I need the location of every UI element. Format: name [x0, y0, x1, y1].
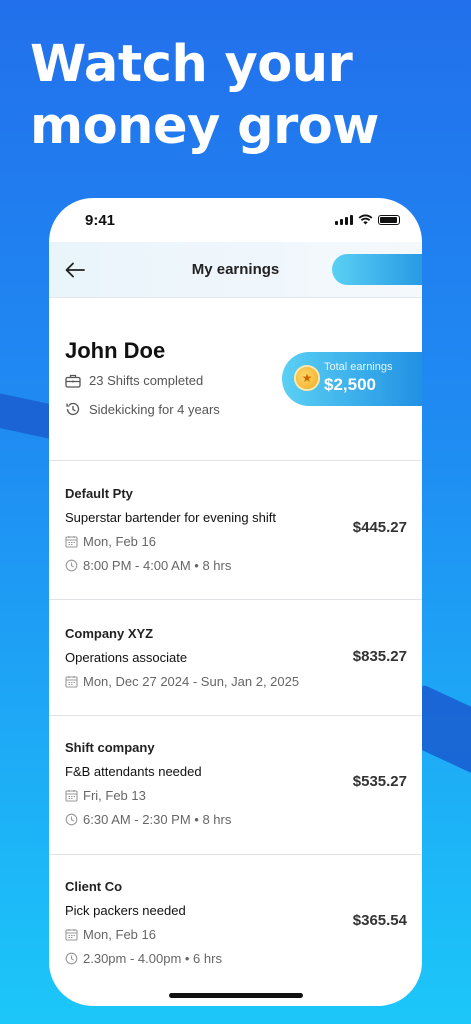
clock-icon	[65, 952, 78, 965]
total-earnings-label: Total earnings	[324, 361, 393, 373]
job-date: Mon, Feb 16	[83, 534, 156, 549]
profile-summary: John Doe 23 Shifts completed Sidekicking…	[49, 298, 422, 461]
phone-frame: 9:41 My earnings John Doe 23 Shifts comp…	[49, 198, 422, 1006]
job-title: Pick packers needed	[65, 903, 186, 918]
calendar-icon	[65, 676, 78, 688]
job-date-row: Mon, Dec 27 2024 - Sun, Jan 2, 2025	[65, 674, 299, 689]
job-time: 2.30pm - 4.00pm • 6 hrs	[83, 951, 222, 966]
status-bar: 9:41	[49, 198, 422, 242]
job-time-row: 8:00 PM - 4:00 AM • 8 hrs	[65, 558, 231, 573]
signal-icon	[335, 215, 353, 225]
shifts-completed-row: 23 Shifts completed	[65, 373, 203, 388]
wifi-icon	[358, 214, 373, 225]
earning-item[interactable]: Client Co Pick packers needed Mon, Feb 1…	[49, 855, 422, 1006]
clock-icon	[65, 813, 78, 826]
history-icon	[66, 402, 80, 416]
job-company: Client Co	[65, 879, 123, 894]
job-amount: $535.27	[352, 773, 407, 790]
job-date-row: Mon, Feb 16	[65, 534, 156, 549]
header-accent-pill	[332, 254, 422, 285]
earning-item[interactable]: Default Pty Superstar bartender for even…	[49, 461, 422, 600]
job-time-row: 6:30 AM - 2:30 PM • 8 hrs	[65, 812, 231, 827]
job-date-row: Mon, Feb 16	[65, 927, 156, 942]
earning-item[interactable]: Company XYZ Operations associate Mon, De…	[49, 600, 422, 716]
job-company: Shift company	[65, 740, 155, 755]
calendar-icon	[65, 536, 78, 548]
job-title: F&B attendants needed	[65, 764, 202, 779]
headline-line-1: Watch your	[30, 35, 353, 94]
nav-bar: My earnings	[49, 242, 422, 298]
briefcase-icon	[65, 374, 81, 388]
job-date: Mon, Feb 16	[83, 927, 156, 942]
tenure-row: Sidekicking for 4 years	[65, 401, 220, 417]
total-earnings-value: $2,500	[324, 375, 376, 394]
job-title: Superstar bartender for evening shift	[65, 510, 277, 525]
total-earnings-badge: ★ Total earnings $2,500	[282, 352, 422, 406]
headline-line-2: money grow	[30, 97, 379, 156]
job-time: 8:00 PM - 4:00 AM • 8 hrs	[83, 558, 232, 573]
tenure-text: Sidekicking for 4 years	[89, 401, 220, 417]
job-date-row: Fri, Feb 13	[65, 788, 146, 803]
job-time: 6:30 AM - 2:30 PM • 8 hrs	[83, 812, 232, 827]
shifts-completed-text: 23 Shifts completed	[89, 373, 204, 388]
promo-headline: Watch your money grow	[30, 34, 450, 158]
battery-icon	[378, 215, 400, 225]
profile-name: John Doe	[65, 338, 166, 363]
job-date: Mon, Dec 27 2024 - Sun, Jan 2, 2025	[83, 674, 300, 689]
job-title: Operations associate	[65, 650, 188, 665]
earning-item[interactable]: Shift company F&B attendants needed Fri,…	[49, 716, 422, 855]
coin-icon: ★	[296, 367, 318, 389]
status-time: 9:41	[85, 212, 116, 229]
calendar-icon	[65, 790, 78, 802]
job-amount: $835.27	[352, 648, 407, 665]
job-amount: $365.54	[352, 912, 407, 929]
home-indicator[interactable]	[169, 993, 303, 998]
job-company: Default Pty	[65, 486, 133, 501]
clock-icon	[65, 559, 78, 572]
status-icons	[335, 214, 400, 225]
job-company: Company XYZ	[65, 626, 154, 641]
job-time-row: 2.30pm - 4.00pm • 6 hrs	[65, 951, 222, 966]
calendar-icon	[65, 929, 78, 941]
job-date: Fri, Feb 13	[83, 788, 146, 803]
job-amount: $445.27	[352, 519, 407, 536]
